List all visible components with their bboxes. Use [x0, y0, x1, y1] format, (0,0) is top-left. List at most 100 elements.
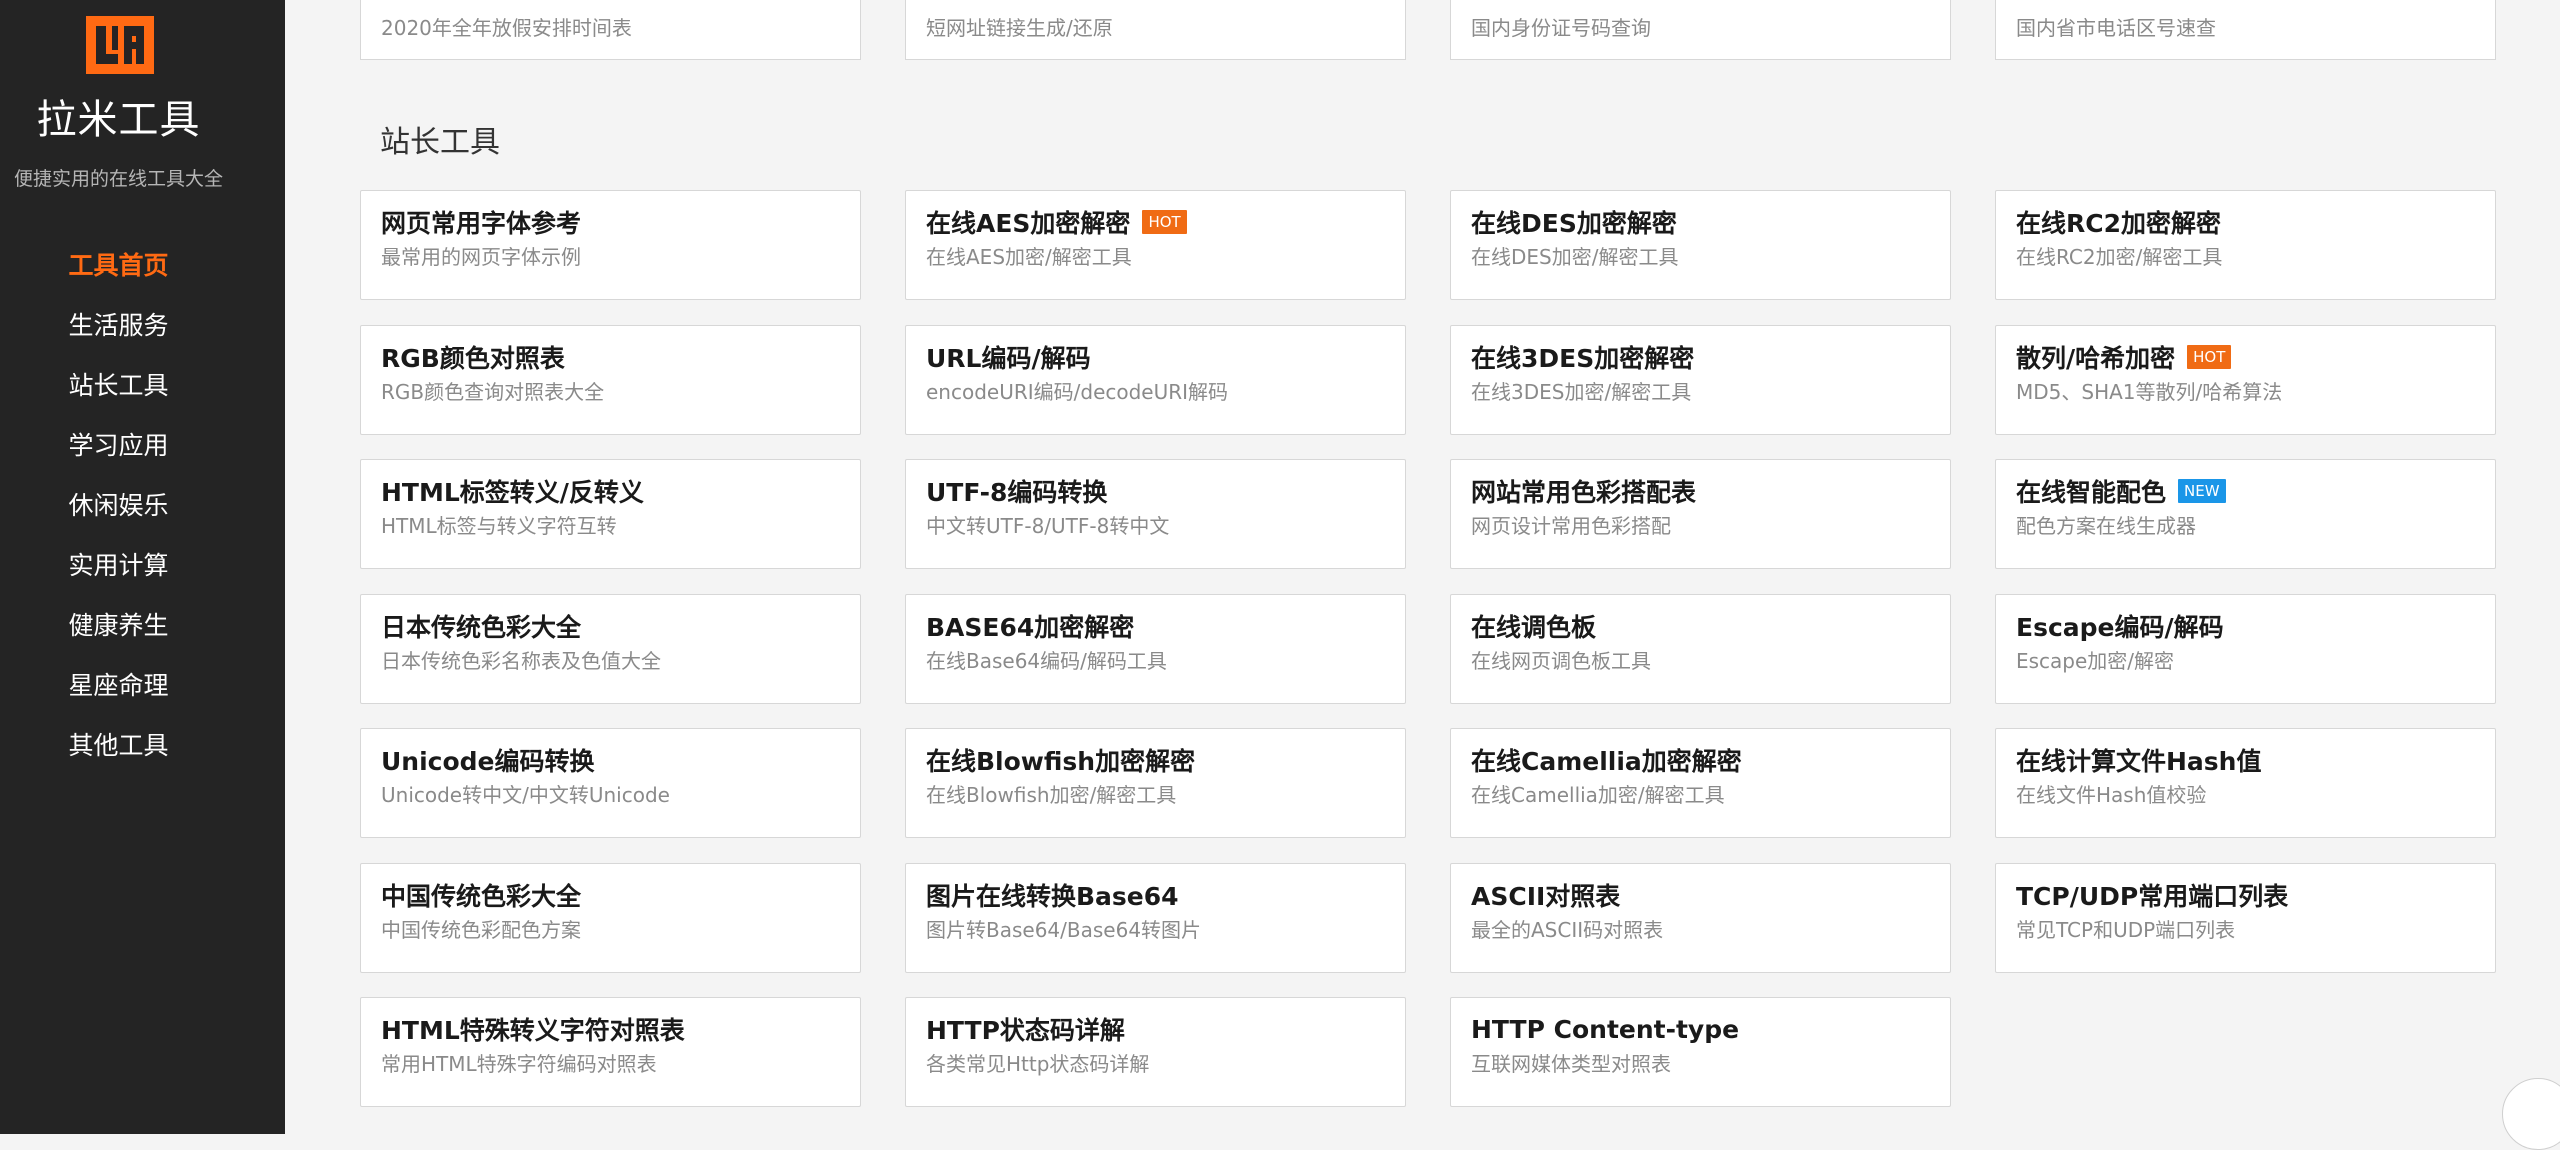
nav-item-4[interactable]: 休闲娱乐 [0, 480, 237, 540]
nav-item-6[interactable]: 健康养生 [0, 600, 237, 660]
tool-card[interactable]: URL编码/解码 encodeURI编码/decodeURI解码 [905, 325, 1406, 435]
tool-card-title-text: 在线智能配色 [2016, 478, 2167, 507]
tool-card[interactable]: 图片在线转换Base64 图片转Base64/Base64转图片 [905, 863, 1406, 973]
tool-card-title[interactable]: 在线AES加密解密 HOT [926, 205, 1385, 239]
tool-card-desc: Unicode转中文/中文转Unicode [381, 783, 670, 807]
tool-card-title[interactable]: 网页常用字体参考 [381, 205, 840, 239]
tool-card-title-text: BASE64加密解密 [926, 613, 1135, 642]
tool-card[interactable]: TCP/UDP常用端口列表 常见TCP和UDP端口列表 [1995, 863, 2496, 973]
tool-card-title[interactable]: 图片在线转换Base64 [926, 878, 1385, 912]
hot-badge: HOT [2187, 345, 2232, 369]
tool-card-desc: 短网址链接生成/还原 [926, 16, 1113, 40]
tool-card-title-text: Escape编码/解码 [2016, 613, 2224, 642]
tool-card[interactable]: HTML特殊转义字符对照表常用HTML特殊字符编码对照表 [360, 997, 861, 1107]
tool-card-prev-3[interactable]: 国内省市电话区号速查 [1995, 0, 2496, 60]
tool-card[interactable]: BASE64加密解密在线Base64编码/解码工具 [905, 594, 1406, 704]
tool-card[interactable]: 在线计算文件Hash值 在线文件Hash值校验 [1995, 728, 2496, 838]
tool-card[interactable]: 在线Blowfish加密解密 在线Blowfish加密/解密工具 [905, 728, 1406, 838]
tool-card[interactable]: 在线Camellia加密解密 在线Camellia加密/解密工具 [1450, 728, 1951, 838]
tool-card-title-text: 散列/哈希加密 [2016, 344, 2176, 373]
tool-card-title-text: 在线RC2加密解密 [2016, 209, 2221, 238]
tool-card-title-text: 在线DES加密解密 [1471, 209, 1677, 238]
tool-card-desc: HTML标签与转义字符互转 [381, 514, 617, 538]
tool-card-title[interactable]: 散列/哈希加密 HOT [2016, 340, 2475, 374]
tool-card-title[interactable]: 在线Blowfish加密解密 [926, 743, 1385, 777]
tool-card-title-text: HTML标签转义/反转义 [381, 478, 644, 507]
tool-card-title[interactable]: BASE64加密解密 [926, 609, 1385, 643]
section-title: 站长工具 [380, 125, 500, 160]
tool-card-title[interactable]: 在线3DES加密解密 [1471, 340, 1930, 374]
tool-card[interactable]: 网页常用字体参考 最常用的网页字体示例 [360, 190, 861, 300]
tool-card[interactable]: HTML标签转义/反转义 HTML标签与转义字符互转 [360, 459, 861, 569]
tool-card-title[interactable]: HTML标签转义/反转义 [381, 474, 840, 508]
tool-card[interactable]: ASCII对照表最全的ASCII码对照表 [1450, 863, 1951, 973]
tool-card-desc: 国内身份证号码查询 [1471, 16, 1651, 40]
tool-card-title[interactable]: HTTP Content-type [1471, 1012, 1930, 1046]
tool-card-title[interactable]: 在线DES加密解密 [1471, 205, 1930, 239]
tool-card[interactable]: 在线AES加密解密 HOT 在线AES加密/解密工具 [905, 190, 1406, 300]
tool-card-title[interactable]: Escape编码/解码 [2016, 609, 2475, 643]
tool-card-prev-0[interactable]: 2020年全年放假安排时间表 [360, 0, 861, 60]
tool-card-desc: 最全的ASCII码对照表 [1471, 918, 1664, 942]
tool-card[interactable]: 散列/哈希加密 HOT MD5、SHA1等散列/哈希算法 [1995, 325, 2496, 435]
tool-card-desc: 常用HTML特殊字符编码对照表 [381, 1052, 657, 1076]
new-badge: NEW [2178, 479, 2226, 503]
tool-card-prev-1[interactable]: 短网址链接生成/还原 [905, 0, 1406, 60]
tool-card-title[interactable]: ASCII对照表 [1471, 878, 1930, 912]
tool-card[interactable]: HTTP Content-type 互联网媒体类型对照表 [1450, 997, 1951, 1107]
tool-card-title[interactable]: 在线调色板 [1471, 609, 1930, 643]
site-name[interactable]: 拉米工具 [0, 92, 237, 148]
tool-card-title[interactable]: 中国传统色彩大全 [381, 878, 840, 912]
logo-icon[interactable] [86, 16, 154, 74]
tool-card-desc: Escape加密/解密 [2016, 649, 2175, 673]
nav-item-5[interactable]: 实用计算 [0, 540, 237, 600]
tool-card-title[interactable]: 网站常用色彩搭配表 [1471, 474, 1930, 508]
tool-card[interactable]: Unicode编码转换 Unicode转中文/中文转Unicode [360, 728, 861, 838]
tool-card[interactable]: 在线智能配色 NEW 配色方案在线生成器 [1995, 459, 2496, 569]
tool-card[interactable]: 在线RC2加密解密在线RC2加密/解密工具 [1995, 190, 2496, 300]
tool-card-title-text: HTTP状态码详解 [926, 1016, 1125, 1045]
tool-card[interactable]: 日本传统色彩大全 日本传统色彩名称表及色值大全 [360, 594, 861, 704]
tool-card[interactable]: 网站常用色彩搭配表 网页设计常用色彩搭配 [1450, 459, 1951, 569]
tool-card-desc: 在线3DES加密/解密工具 [1471, 380, 1692, 404]
tool-card[interactable]: RGB颜色对照表 RGB颜色查询对照表大全 [360, 325, 861, 435]
nav-item-2[interactable]: 站长工具 [0, 360, 237, 420]
tool-card[interactable]: 在线3DES加密解密在线3DES加密/解密工具 [1450, 325, 1951, 435]
tool-card-desc: 互联网媒体类型对照表 [1471, 1052, 1671, 1076]
tool-card-title[interactable]: HTTP状态码详解 [926, 1012, 1385, 1046]
tool-card-title[interactable]: RGB颜色对照表 [381, 340, 840, 374]
site-tagline: 便捷实用的在线工具大全 [13, 168, 223, 190]
nav-item-7[interactable]: 星座命理 [0, 660, 237, 720]
tool-card-title-text: ASCII对照表 [1471, 882, 1621, 911]
main-content: 站长工具 2020年全年放假安排时间表 短网址链接生成/还原 国内身份证号码查询 国内… [285, 0, 2560, 1134]
tool-card-desc: 在线RC2加密/解密工具 [2016, 245, 2223, 269]
tool-card-title[interactable]: 日本传统色彩大全 [381, 609, 840, 643]
tool-card-title[interactable]: UTF-8编码转换 [926, 474, 1385, 508]
tool-card[interactable]: Escape编码/解码 Escape加密/解密 [1995, 594, 2496, 704]
hot-badge: HOT [1142, 210, 1187, 234]
tool-card[interactable]: HTTP状态码详解 各类常见Http状态码详解 [905, 997, 1406, 1107]
nav-item-8[interactable]: 其他工具 [0, 720, 237, 780]
tool-card-title[interactable]: 在线RC2加密解密 [2016, 205, 2475, 239]
tool-card-title[interactable]: 在线计算文件Hash值 [2016, 743, 2475, 777]
tool-card-desc: 在线Base64编码/解码工具 [926, 649, 1167, 673]
tool-card-desc: 国内省市电话区号速查 [2016, 16, 2216, 40]
tool-card-title[interactable]: URL编码/解码 [926, 340, 1385, 374]
nav-item-3[interactable]: 学习应用 [0, 420, 237, 480]
tool-card-title[interactable]: TCP/UDP常用端口列表 [2016, 878, 2475, 912]
tool-card[interactable]: 在线DES加密解密 在线DES加密/解密工具 [1450, 190, 1951, 300]
nav-item-1[interactable]: 生活服务 [0, 300, 237, 360]
tool-card-title[interactable]: 在线智能配色 NEW [2016, 474, 2475, 508]
tool-card-title[interactable]: HTML特殊转义字符对照表 [381, 1012, 840, 1046]
floating-chat-widget[interactable] [2502, 1078, 2560, 1150]
tool-card-title[interactable]: 在线Camellia加密解密 [1471, 743, 1930, 777]
tool-card[interactable]: 中国传统色彩大全 中国传统色彩配色方案 [360, 863, 861, 973]
nav-item-0[interactable]: 工具首页 [0, 240, 237, 300]
tool-card[interactable]: UTF-8编码转换 中文转UTF-8/UTF-8转中文 [905, 459, 1406, 569]
tool-card-title-text: 在线计算文件Hash值 [2016, 747, 2262, 776]
tool-card-title-text: 图片在线转换Base64 [926, 882, 1179, 911]
tool-card[interactable]: 在线调色板 在线网页调色板工具 [1450, 594, 1951, 704]
tool-card-title[interactable]: Unicode编码转换 [381, 743, 840, 777]
tool-card-prev-2[interactable]: 国内身份证号码查询 [1450, 0, 1951, 60]
tool-card-title-text: 在线调色板 [1471, 613, 1597, 642]
